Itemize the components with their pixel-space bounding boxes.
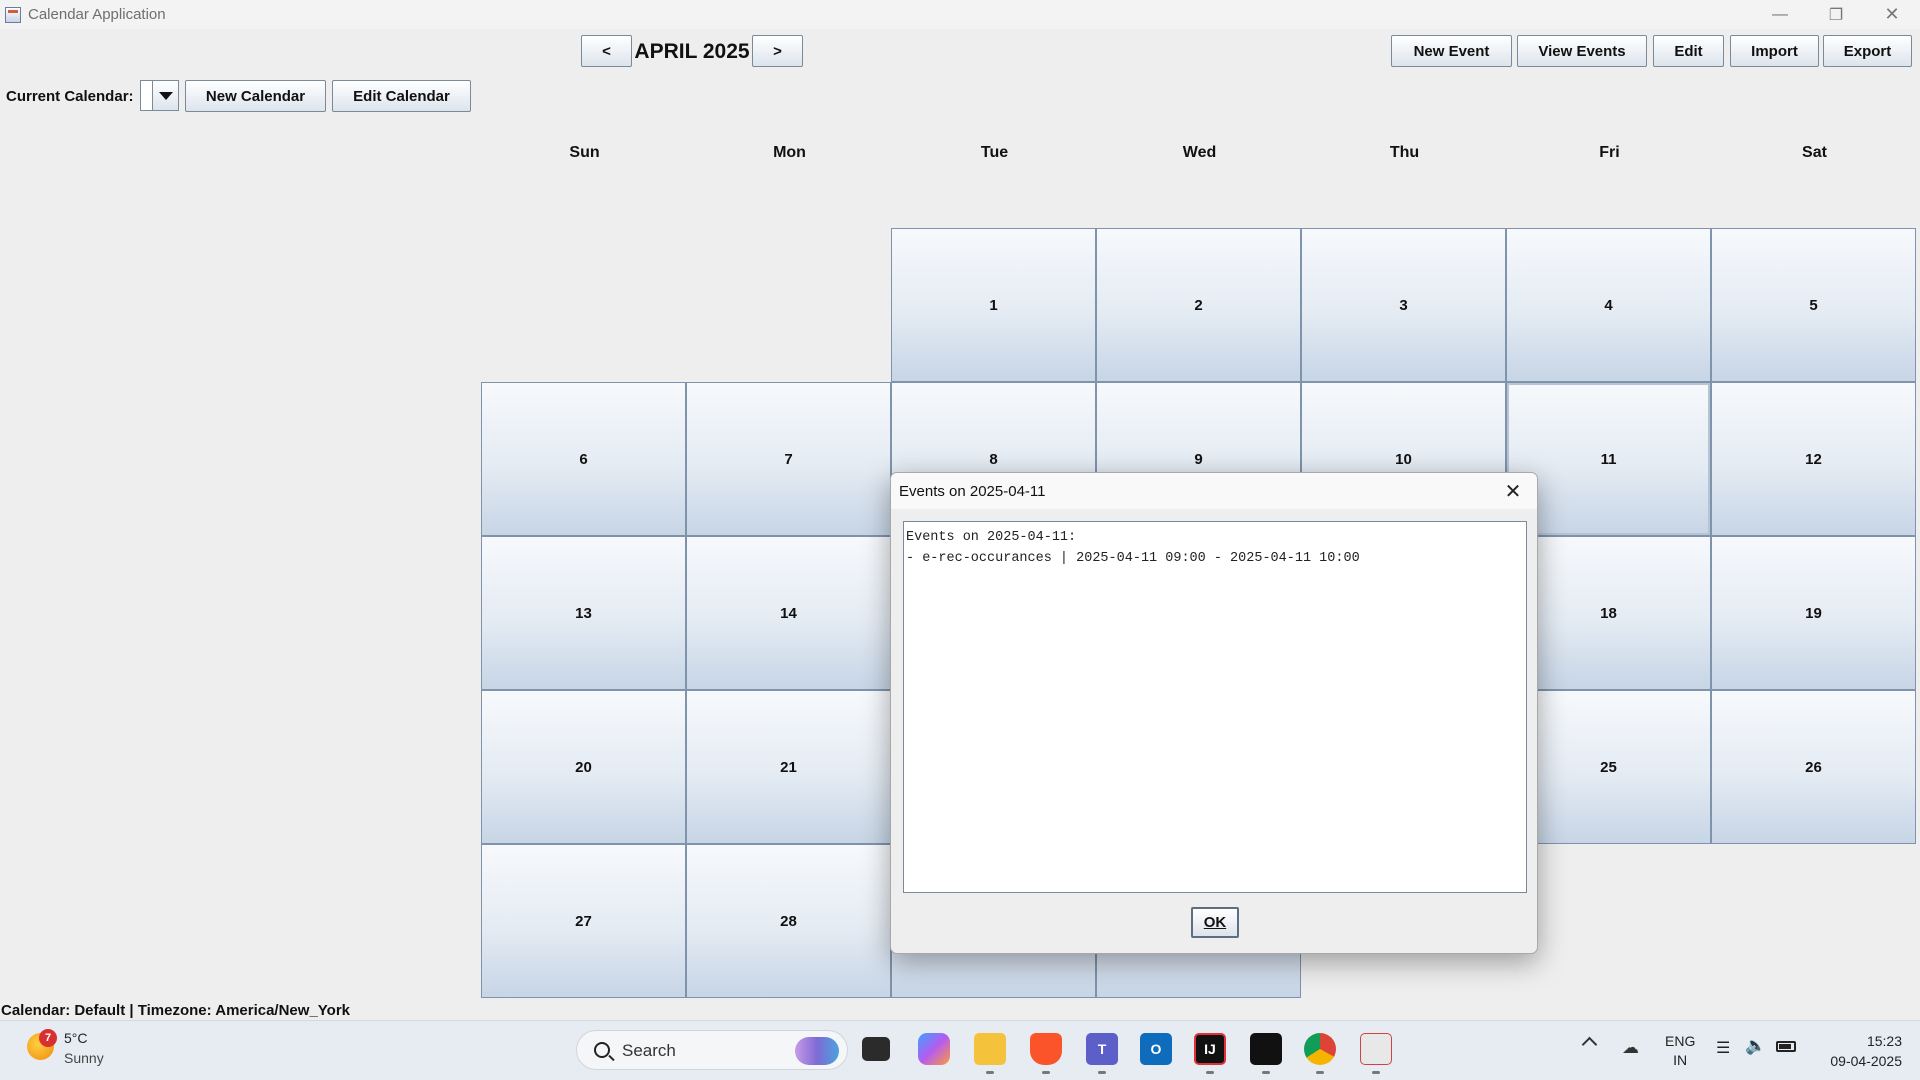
taskbar-search[interactable]: Search — [576, 1030, 848, 1070]
java-app-icon — [5, 6, 21, 23]
day-cell[interactable]: 1 — [891, 228, 1096, 382]
next-month-button[interactable]: > — [752, 35, 803, 67]
clock[interactable]: 15:23 09-04-2025 — [1812, 1031, 1902, 1071]
search-placeholder: Search — [622, 1041, 676, 1060]
running-indicator — [1206, 1071, 1214, 1074]
day-cell[interactable]: 4 — [1506, 228, 1711, 382]
running-indicator — [1316, 1071, 1324, 1074]
window-title: Calendar Application — [28, 6, 166, 23]
language-code: ENG — [1665, 1033, 1696, 1049]
battery-icon[interactable] — [1776, 1041, 1796, 1052]
day-cell[interactable]: 3 — [1301, 228, 1506, 382]
running-indicator — [986, 1071, 994, 1074]
java-taskbar-icon[interactable] — [1360, 1033, 1392, 1065]
day-cell[interactable]: 19 — [1711, 536, 1916, 690]
title-bar: Calendar Application — ❐ ✕ — [0, 0, 1920, 29]
event-line: - e-rec-occurances | 2025-04-11 09:00 - … — [906, 551, 1360, 566]
taskbar: 7 5°C Sunny Search T O IJ ☁ ENG IN ☰ 🔈 1… — [0, 1020, 1920, 1080]
day-cell[interactable]: 13 — [481, 536, 686, 690]
volume-icon[interactable]: 🔈 — [1745, 1036, 1766, 1056]
teams-icon[interactable]: T — [1086, 1033, 1118, 1065]
language-indicator[interactable]: ENG IN — [1665, 1032, 1695, 1070]
day-cell[interactable]: 5 — [1711, 228, 1916, 382]
running-indicator — [1098, 1071, 1106, 1074]
clock-time: 15:23 — [1866, 1033, 1902, 1049]
edit-button[interactable]: Edit — [1653, 35, 1724, 67]
day-cell[interactable]: 2 — [1096, 228, 1301, 382]
search-highlight-icon — [795, 1037, 839, 1065]
day-cell[interactable]: 21 — [686, 690, 891, 844]
minimize-icon[interactable]: — — [1752, 0, 1808, 29]
weekday-tue: Tue — [980, 144, 1009, 161]
import-button[interactable]: Import — [1730, 35, 1819, 67]
weather-badge: 7 — [39, 1029, 57, 1047]
close-window-icon[interactable]: ✕ — [1864, 0, 1920, 29]
day-cell[interactable]: 7 — [686, 382, 891, 536]
copilot-icon[interactable] — [918, 1033, 950, 1065]
day-cell[interactable]: 12 — [1711, 382, 1916, 536]
outlook-icon[interactable]: O — [1140, 1033, 1172, 1065]
events-header-line: Events on 2025-04-11: — [906, 530, 1077, 545]
chrome-icon[interactable] — [1304, 1033, 1336, 1065]
running-indicator — [1262, 1071, 1270, 1074]
region-code: IN — [1673, 1052, 1688, 1068]
day-cell[interactable]: 20 — [481, 690, 686, 844]
clock-date: 09-04-2025 — [1830, 1053, 1902, 1069]
view-events-button[interactable]: View Events — [1517, 35, 1647, 67]
weekday-fri: Fri — [1599, 144, 1620, 161]
calendar-select[interactable] — [140, 80, 179, 111]
chevron-up-icon[interactable] — [1581, 1036, 1598, 1053]
status-bar: Calendar: Default | Timezone: America/Ne… — [1, 1002, 351, 1019]
intellij-icon[interactable]: IJ — [1194, 1033, 1226, 1065]
running-indicator — [1372, 1071, 1380, 1074]
edit-calendar-button[interactable]: Edit Calendar — [332, 80, 471, 112]
day-cell[interactable]: 28 — [686, 844, 891, 998]
prev-month-button[interactable]: < — [581, 35, 632, 67]
brave-browser-icon[interactable] — [1030, 1033, 1062, 1065]
task-view-icon[interactable] — [862, 1037, 890, 1061]
weather-condition[interactable]: Sunny — [64, 1050, 104, 1066]
restore-icon[interactable]: ❐ — [1808, 0, 1864, 29]
weekday-sat: Sat — [1802, 144, 1827, 161]
weekday-thu: Thu — [1389, 144, 1420, 161]
export-button[interactable]: Export — [1823, 35, 1912, 67]
ok-button-label: OK — [1203, 914, 1227, 931]
running-indicator — [1042, 1071, 1050, 1074]
close-icon[interactable]: ✕ — [1499, 477, 1527, 505]
ok-button[interactable]: OK — [1191, 907, 1239, 938]
month-label: APRIL 2025 — [634, 40, 750, 63]
new-event-button[interactable]: New Event — [1391, 35, 1512, 67]
weather-temperature[interactable]: 5°C — [64, 1030, 88, 1046]
file-explorer-icon[interactable] — [974, 1033, 1006, 1065]
wifi-icon[interactable]: ☰ — [1716, 1038, 1730, 1058]
day-cell[interactable]: 6 — [481, 382, 686, 536]
search-icon — [594, 1042, 610, 1058]
day-cell[interactable]: 27 — [481, 844, 686, 998]
app-cube-icon[interactable] — [1250, 1033, 1282, 1065]
weekday-mon: Mon — [773, 144, 806, 161]
weekday-wed: Wed — [1182, 144, 1217, 161]
day-cell[interactable]: 26 — [1711, 690, 1916, 844]
events-dialog: Events on 2025-04-11 ✕ Events on 2025-04… — [890, 472, 1538, 954]
events-text-area[interactable]: Events on 2025-04-11: - e-rec-occurances … — [903, 521, 1527, 893]
current-calendar-label: Current Calendar: — [6, 88, 134, 105]
windows-start-icon[interactable] — [528, 1034, 560, 1066]
day-cell[interactable]: 14 — [686, 536, 891, 690]
weekday-sun: Sun — [569, 144, 600, 161]
new-calendar-button[interactable]: New Calendar — [185, 80, 326, 112]
onedrive-offline-icon[interactable]: ☁ — [1622, 1038, 1639, 1058]
chevron-down-icon[interactable] — [152, 81, 178, 110]
dialog-title: Events on 2025-04-11 — [891, 473, 1537, 509]
